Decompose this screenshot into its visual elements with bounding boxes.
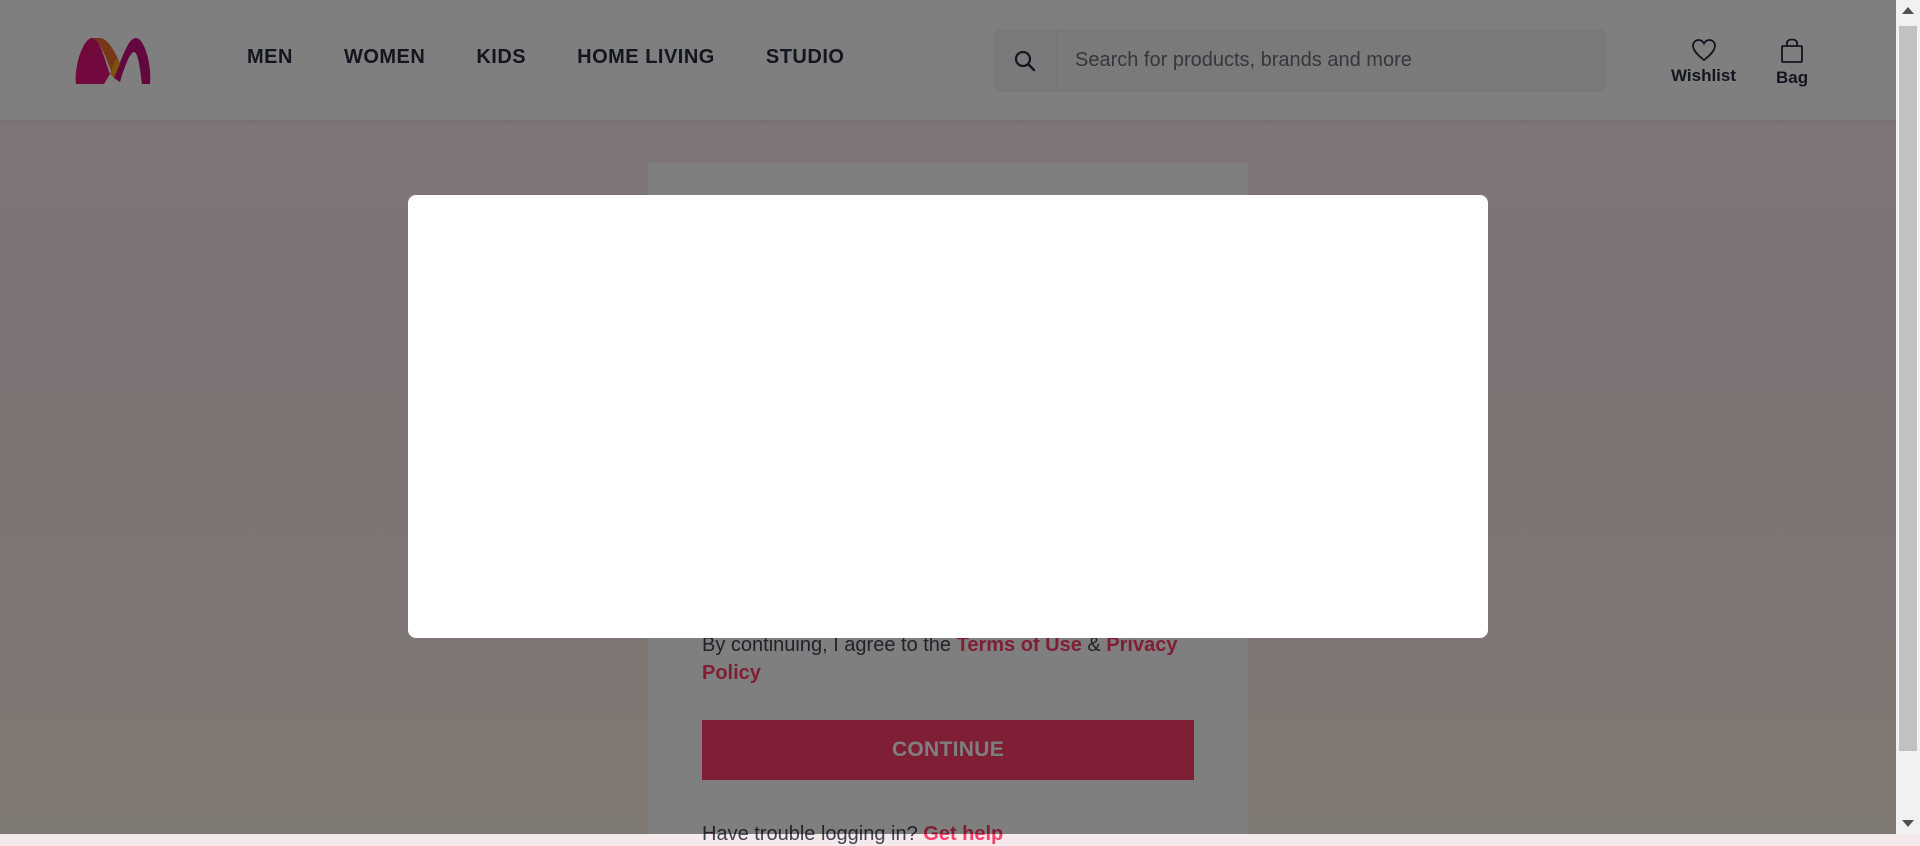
scrollbar-thumb[interactable] xyxy=(1899,26,1917,751)
scroll-up-arrow-icon[interactable] xyxy=(1902,7,1914,14)
modal-dialog xyxy=(408,195,1488,638)
scroll-down-arrow-icon[interactable] xyxy=(1902,820,1914,827)
vertical-scrollbar[interactable] xyxy=(1896,0,1920,834)
